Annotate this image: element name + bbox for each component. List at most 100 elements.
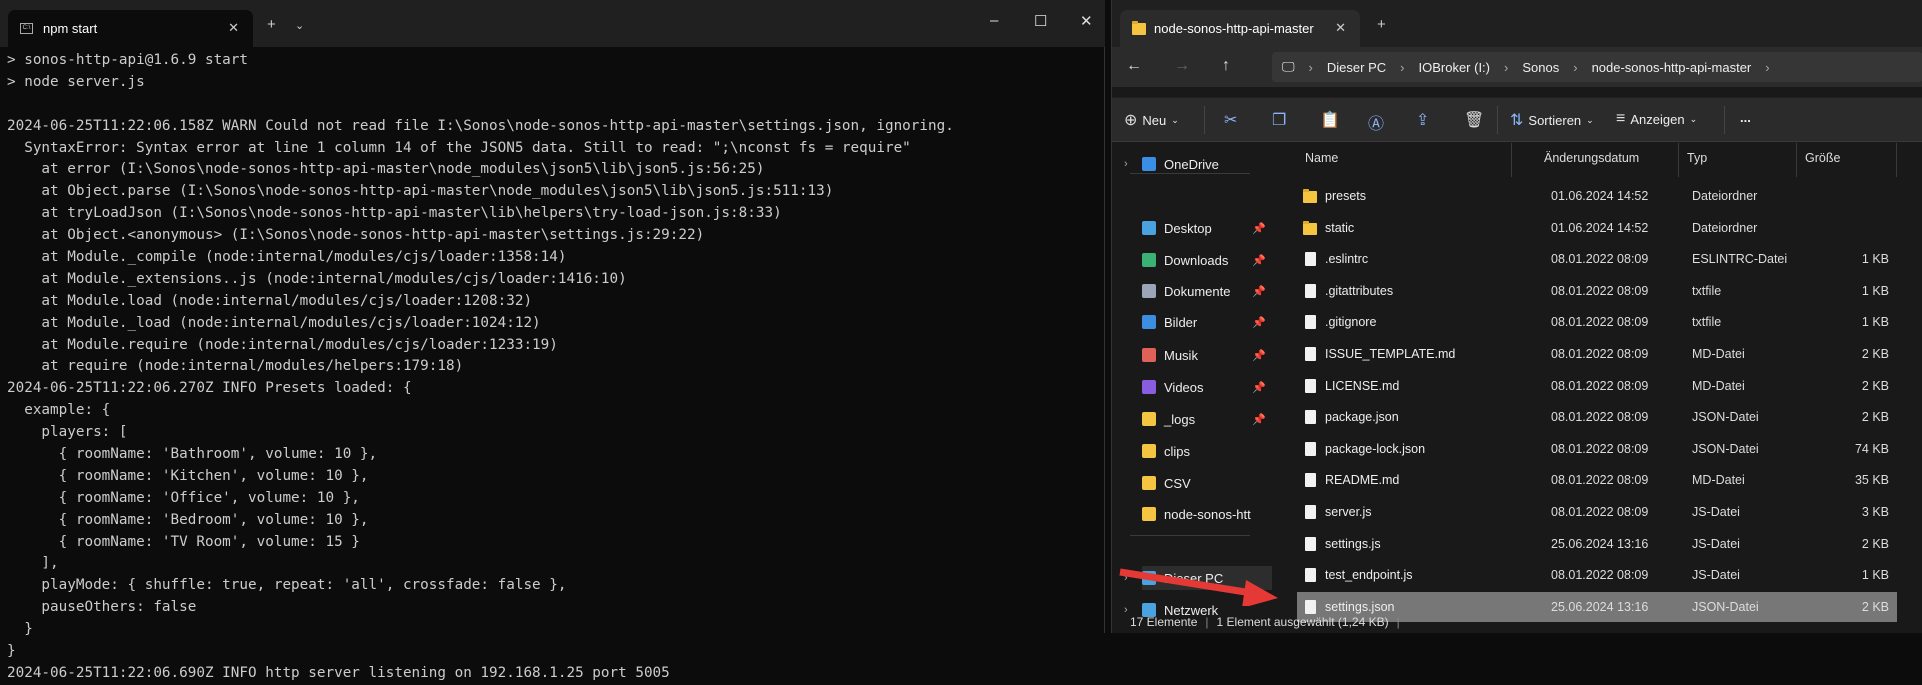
sidebar-item-csv[interactable]: CSV (1142, 471, 1272, 495)
file-row[interactable]: presets 01.06.2024 14:52 Dateiordner (1297, 181, 1897, 211)
sidebar-item-onedrive[interactable]: › OneDrive (1124, 152, 1272, 176)
terminal-line: at Module._load (node:internal/modules/c… (7, 314, 541, 331)
file-row[interactable]: package.json 08.01.2022 08:09 JSON-Datei 2 … (1297, 402, 1897, 432)
sidebar-item-node-sonos-htt[interactable]: node-sonos-htt (1142, 502, 1272, 526)
breadcrumb-item[interactable]: IOBroker (I:) (1418, 60, 1490, 75)
location-icon (1142, 284, 1156, 298)
file-name: .gitignore (1325, 315, 1377, 330)
sidebar-item-videos[interactable]: Videos 📌 (1142, 375, 1272, 399)
file-row[interactable]: LICENSE.md 08.01.2022 08:09 MD-Datei 2 KB (1297, 371, 1897, 401)
close-window-button[interactable]: ✕ (1080, 12, 1093, 30)
new-tab-button[interactable]: + (1377, 16, 1386, 33)
file-icon (1305, 252, 1316, 267)
column-header-2[interactable]: Typ (1679, 143, 1797, 177)
file-type: txtfile (1692, 283, 1722, 298)
file-row[interactable]: package-lock.json 08.01.2022 08:09 JSON-Da… (1297, 434, 1897, 464)
file-row[interactable]: test_endpoint.js 08.01.2022 08:09 JS-Datei… (1297, 560, 1897, 590)
file-row[interactable]: .eslintrc 08.01.2022 08:09 ESLINTRC-Datei 1… (1297, 244, 1897, 274)
file-type: ESLINTRC-Datei (1692, 252, 1788, 267)
terminal-line: { roomName: 'TV Room', volume: 15 } (7, 533, 360, 550)
sidebar-item-label: Bilder (1164, 314, 1198, 330)
file-size: 1 KB (1861, 315, 1889, 330)
sidebar-item-label: Musik (1164, 347, 1198, 363)
share-button[interactable]: ⇪ (1416, 110, 1429, 130)
file-row[interactable]: static 01.06.2024 14:52 Dateiordner (1297, 213, 1897, 243)
sidebar-item-bilder[interactable]: Bilder 📌 (1142, 310, 1272, 334)
close-tab-icon[interactable]: ✕ (1335, 20, 1346, 36)
terminal-line: example: { (7, 402, 111, 419)
file-name: .gitattributes (1325, 283, 1394, 298)
sidebar-item-desktop[interactable]: Desktop 📌 (1142, 216, 1272, 240)
sort-button[interactable]: ⇅ Sortieren ⌄ (1510, 110, 1594, 130)
sidebar-item-downloads[interactable]: Downloads 📌 (1142, 248, 1272, 272)
chevron-down-icon[interactable]: ⌄ (295, 19, 304, 32)
file-size: 2 KB (1861, 536, 1889, 551)
file-type: JSON-Datei (1692, 599, 1759, 614)
file-type: MD-Datei (1692, 347, 1745, 361)
file-type: txtfile (1692, 315, 1722, 330)
location-icon (1142, 157, 1156, 171)
forward-arrow-icon[interactable]: → (1174, 57, 1190, 75)
location-icon (1142, 380, 1156, 394)
terminal-tab[interactable]: C:\ npm start ✕ (8, 10, 253, 47)
terminal-line: at tryLoadJson (I:\Sonos\node-sonos-http… (7, 205, 782, 222)
file-date: 08.01.2022 08:09 (1551, 347, 1649, 361)
breadcrumb-item[interactable]: Sonos (1522, 60, 1559, 75)
more-options-button[interactable]: ... (1740, 110, 1751, 125)
pin-icon: 📌 (1252, 222, 1266, 235)
file-row[interactable]: ISSUE_TEMPLATE.md 08.01.2022 08:09 MD-Date… (1297, 339, 1897, 369)
location-icon (1142, 253, 1156, 267)
back-arrow-icon[interactable]: ← (1126, 57, 1142, 75)
divider (1497, 106, 1498, 134)
view-button[interactable]: ≡ Anzeigen ⌄ (1616, 110, 1697, 128)
sidebar-item-label: Downloads (1164, 252, 1229, 268)
file-row[interactable]: server.js 08.01.2022 08:09 JS-Datei 3 KB (1297, 497, 1897, 527)
minimize-button[interactable]: – (990, 12, 998, 29)
sidebar-item-dokumente[interactable]: Dokumente 📌 (1142, 279, 1272, 303)
maximize-button[interactable]: ☐ (1034, 12, 1047, 30)
sidebar-item-label: Desktop (1164, 220, 1212, 236)
file-date: 08.01.2022 08:09 (1551, 441, 1649, 456)
column-header-3[interactable]: Größe (1797, 143, 1897, 177)
file-name: test_endpoint.js (1325, 568, 1413, 583)
column-header-0[interactable]: Name (1297, 143, 1512, 177)
file-type: Dateiordner (1692, 220, 1758, 235)
new-button[interactable]: ⊕ Neu ⌄ (1124, 110, 1179, 130)
column-header-1[interactable]: Änderungsdatum (1536, 143, 1679, 177)
file-icon (1305, 568, 1316, 583)
file-size: 2 KB (1861, 410, 1889, 425)
copy-button[interactable]: ❐ (1272, 110, 1286, 130)
new-tab-button[interactable]: + (267, 16, 276, 33)
chevron-right-icon[interactable]: › (1124, 158, 1128, 170)
view-list-icon: ≡ (1616, 110, 1626, 127)
file-row[interactable]: .gitattributes 08.01.2022 08:09 txtfile 1 K… (1297, 276, 1897, 306)
up-arrow-icon[interactable]: ↑ (1222, 57, 1230, 75)
rename-button[interactable]: Ⓐ (1368, 110, 1384, 134)
explorer-tab[interactable]: node-sonos-http-api-master ✕ (1120, 10, 1360, 47)
address-bar[interactable]: 🖵 › Dieser PC › IOBroker (I:) › Sonos › node… (1272, 52, 1922, 82)
terminal-line: > node server.js (7, 73, 145, 90)
file-type: JSON-Datei (1692, 441, 1759, 456)
sidebar-item-musik[interactable]: Musik 📌 (1142, 343, 1272, 367)
close-tab-icon[interactable]: ✕ (228, 20, 239, 36)
file-row[interactable]: README.md 08.01.2022 08:09 MD-Datei 35 KB (1297, 465, 1897, 495)
terminal-line: 2024-06-25T11:22:06.690Z INFO http serve… (7, 664, 670, 681)
terminal-line: at Module._compile (node:internal/module… (7, 249, 567, 266)
sidebar-item-clips[interactable]: clips (1142, 439, 1272, 463)
sidebar-item-label: node-sonos-htt (1164, 506, 1251, 522)
file-row[interactable]: settings.js 25.06.2024 13:16 JS-Datei 2 KB (1297, 529, 1897, 559)
terminal-line: { roomName: 'Office', volume: 10 }, (7, 489, 360, 506)
folder-icon (1303, 189, 1317, 203)
sidebar-item-label: Dokumente (1164, 283, 1231, 299)
sort-label: Sortieren (1528, 112, 1582, 128)
terminal-output[interactable]: > sonos-http-api@1.6.9 start > node serve… (7, 50, 954, 685)
delete-button[interactable]: 🗑 (1464, 110, 1484, 130)
breadcrumb-item[interactable]: node-sonos-http-api-master (1592, 60, 1752, 75)
sidebar-item--logs[interactable]: _logs 📌 (1142, 407, 1272, 431)
navigation-bar: ← → ↑ ↻ 🖵› Dieser PC› IOBroker (I:)› Son… (1112, 47, 1922, 87)
pin-icon: 📌 (1252, 285, 1266, 298)
breadcrumb-item[interactable]: Dieser PC (1327, 60, 1386, 75)
file-row[interactable]: .gitignore 08.01.2022 08:09 txtfile 1 KB (1297, 307, 1897, 337)
paste-button[interactable]: 📋 (1320, 110, 1340, 130)
cut-button[interactable]: ✂ (1224, 110, 1237, 130)
